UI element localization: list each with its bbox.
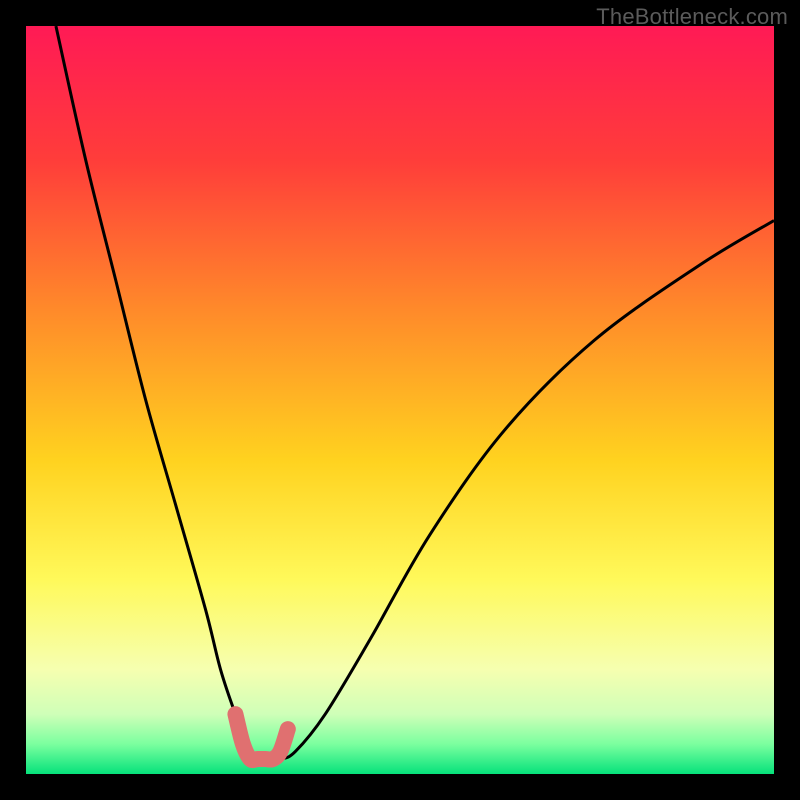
- chart-frame: TheBottleneck.com: [0, 0, 800, 800]
- bottleneck-curve: [56, 26, 774, 760]
- plot-area: [26, 26, 774, 774]
- curve-layer: [26, 26, 774, 774]
- highlight-segment: [235, 714, 287, 760]
